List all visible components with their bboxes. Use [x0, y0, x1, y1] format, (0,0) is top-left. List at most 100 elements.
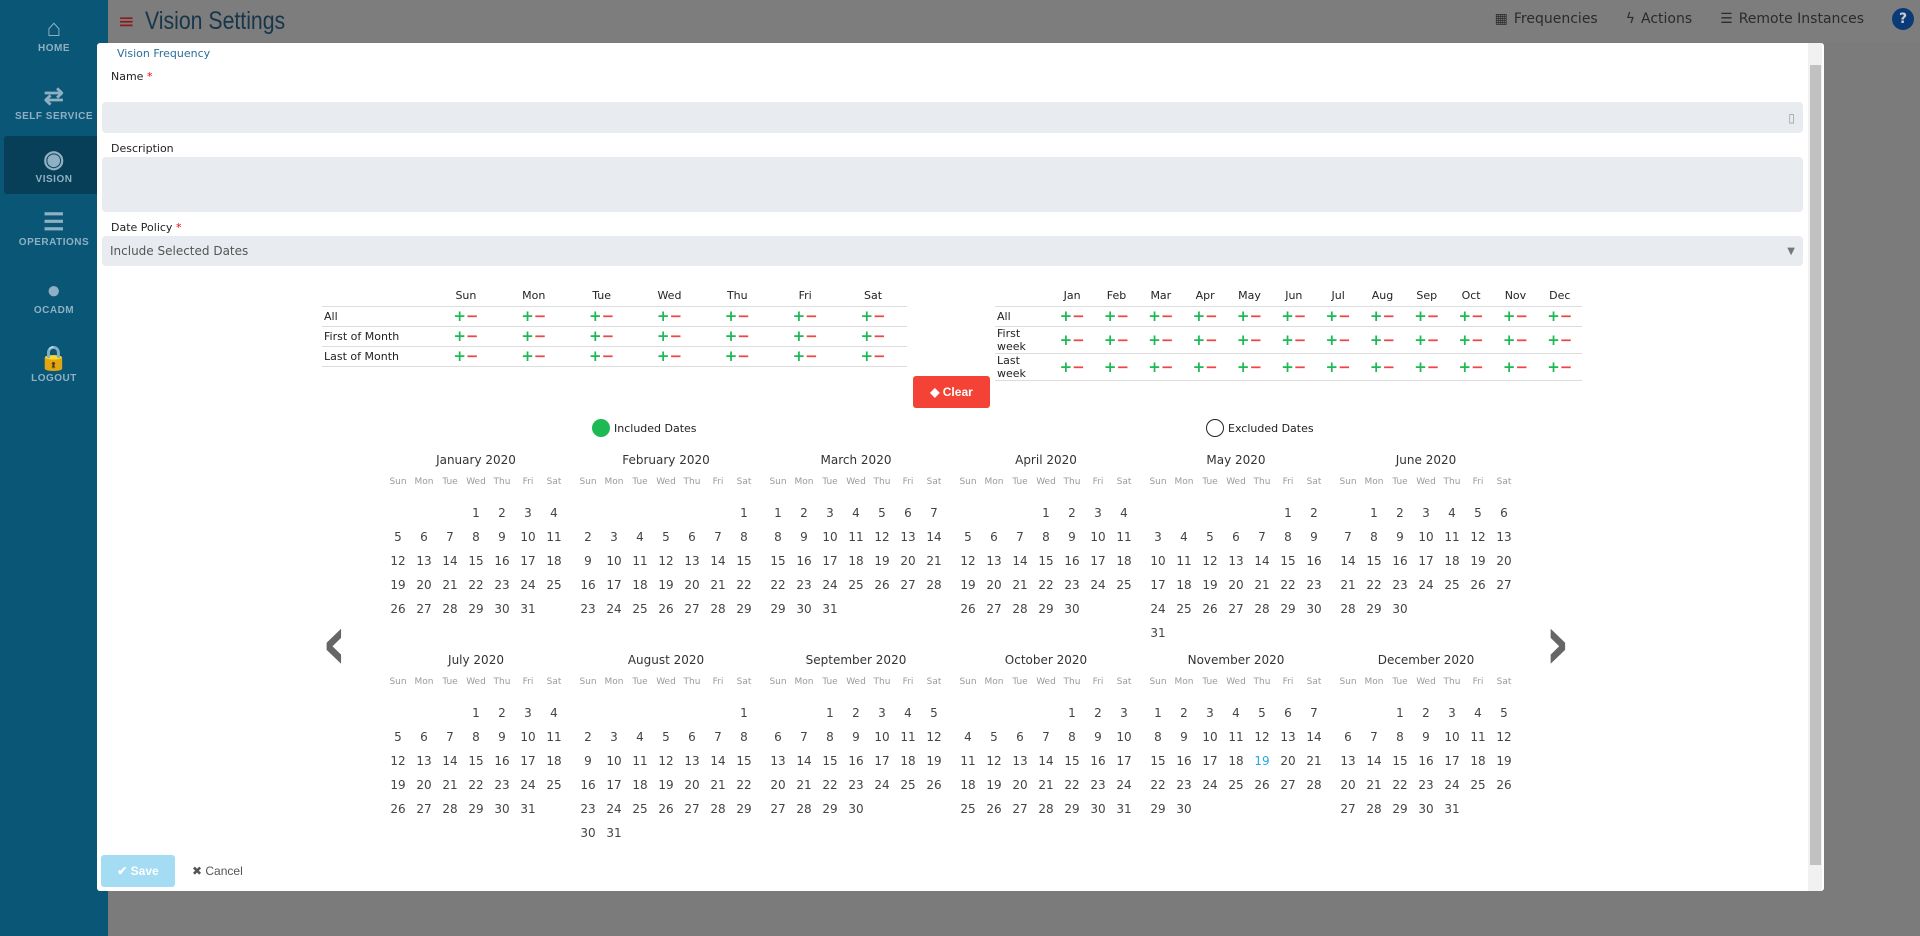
day-cell[interactable]: 1: [1361, 506, 1387, 530]
day-cell[interactable]: 21: [1249, 578, 1275, 602]
day-cell[interactable]: 28: [705, 802, 731, 826]
day-cell[interactable]: 25: [1465, 778, 1491, 802]
modal-scrollbar[interactable]: [1808, 43, 1822, 891]
day-cell[interactable]: 2: [1171, 706, 1197, 730]
day-cell[interactable]: 13: [1491, 530, 1517, 554]
plus-icon[interactable]: +: [860, 327, 873, 345]
day-cell[interactable]: 11: [627, 754, 653, 778]
day-cell[interactable]: 18: [895, 754, 921, 778]
day-cell[interactable]: 6: [981, 530, 1007, 554]
minus-icon[interactable]: −: [466, 347, 479, 365]
day-cell[interactable]: 28: [1033, 802, 1059, 826]
day-cell[interactable]: 13: [679, 554, 705, 578]
day-cell[interactable]: 3: [1145, 530, 1171, 554]
day-cell[interactable]: 2: [1085, 706, 1111, 730]
day-cell[interactable]: 7: [705, 530, 731, 554]
day-cell[interactable]: 16: [575, 578, 601, 602]
day-cell[interactable]: 7: [705, 730, 731, 754]
day-cell[interactable]: 3: [601, 530, 627, 554]
day-cell[interactable]: 14: [1301, 730, 1327, 754]
day-cell[interactable]: 20: [1491, 554, 1517, 578]
day-cell[interactable]: 6: [1491, 506, 1517, 530]
day-cell[interactable]: 21: [437, 578, 463, 602]
plus-icon[interactable]: +: [1060, 331, 1073, 349]
minus-icon[interactable]: −: [1427, 358, 1440, 376]
day-cell[interactable]: 7: [921, 506, 947, 530]
day-cell[interactable]: 30: [1171, 802, 1197, 826]
day-cell[interactable]: 29: [1033, 602, 1059, 626]
day-cell[interactable]: 11: [1439, 530, 1465, 554]
day-cell[interactable]: 25: [1111, 578, 1137, 602]
plus-icon[interactable]: +: [1193, 307, 1206, 325]
day-cell[interactable]: 28: [791, 802, 817, 826]
day-cell[interactable]: 15: [1145, 754, 1171, 778]
day-cell[interactable]: 28: [1007, 602, 1033, 626]
day-cell[interactable]: 1: [731, 706, 757, 730]
plus-icon[interactable]: +: [657, 327, 670, 345]
day-cell[interactable]: 11: [541, 730, 567, 754]
day-cell[interactable]: 21: [1007, 578, 1033, 602]
day-cell[interactable]: 20: [1007, 778, 1033, 802]
day-cell[interactable]: 5: [1249, 706, 1275, 730]
plus-icon[interactable]: +: [1193, 358, 1206, 376]
day-cell[interactable]: 23: [489, 578, 515, 602]
day-cell[interactable]: 21: [437, 778, 463, 802]
day-cell[interactable]: 22: [1145, 778, 1171, 802]
day-cell[interactable]: 15: [765, 554, 791, 578]
minus-icon[interactable]: −: [1515, 358, 1528, 376]
plus-icon[interactable]: +: [1237, 331, 1250, 349]
day-cell[interactable]: 23: [843, 778, 869, 802]
day-cell[interactable]: 11: [541, 530, 567, 554]
day-cell[interactable]: 11: [1465, 730, 1491, 754]
day-cell[interactable]: 12: [653, 754, 679, 778]
day-cell[interactable]: 11: [955, 754, 981, 778]
day-cell[interactable]: 14: [705, 754, 731, 778]
day-cell[interactable]: 24: [515, 778, 541, 802]
day-cell[interactable]: 14: [1033, 754, 1059, 778]
day-cell[interactable]: 26: [385, 802, 411, 826]
header-nav-actions[interactable]: ϟ Actions: [1626, 11, 1692, 27]
plus-icon[interactable]: +: [793, 347, 806, 365]
minus-icon[interactable]: −: [466, 307, 479, 325]
day-cell[interactable]: 16: [791, 554, 817, 578]
day-cell[interactable]: 29: [765, 602, 791, 626]
date-policy-select[interactable]: Include Selected Dates ▼: [102, 236, 1803, 266]
day-cell[interactable]: 5: [653, 530, 679, 554]
day-cell[interactable]: 24: [601, 802, 627, 826]
name-input[interactable]: ▯: [102, 102, 1803, 133]
day-cell[interactable]: 30: [489, 602, 515, 626]
day-cell[interactable]: 3: [869, 706, 895, 730]
day-cell[interactable]: 16: [843, 754, 869, 778]
minus-icon[interactable]: −: [1161, 331, 1174, 349]
day-cell[interactable]: 15: [817, 754, 843, 778]
day-cell[interactable]: 10: [1413, 530, 1439, 554]
minus-icon[interactable]: −: [1427, 307, 1440, 325]
day-cell[interactable]: 19: [981, 778, 1007, 802]
plus-icon[interactable]: +: [1326, 307, 1339, 325]
day-cell[interactable]: 29: [817, 802, 843, 826]
day-cell[interactable]: 23: [489, 778, 515, 802]
day-cell[interactable]: 18: [1171, 578, 1197, 602]
day-cell[interactable]: 18: [955, 778, 981, 802]
day-cell[interactable]: 23: [791, 578, 817, 602]
day-cell[interactable]: 25: [1439, 578, 1465, 602]
day-cell[interactable]: 9: [1301, 530, 1327, 554]
day-cell[interactable]: 19: [385, 578, 411, 602]
day-cell[interactable]: 12: [1197, 554, 1223, 578]
plus-icon[interactable]: +: [453, 307, 466, 325]
minus-icon[interactable]: −: [1338, 331, 1351, 349]
day-cell[interactable]: 1: [463, 506, 489, 530]
minus-icon[interactable]: −: [1116, 331, 1129, 349]
day-cell[interactable]: 2: [791, 506, 817, 530]
minus-icon[interactable]: −: [1382, 331, 1395, 349]
day-cell[interactable]: 4: [541, 506, 567, 530]
minus-icon[interactable]: −: [1116, 307, 1129, 325]
day-cell[interactable]: 13: [1275, 730, 1301, 754]
minus-icon[interactable]: −: [1294, 331, 1307, 349]
day-cell[interactable]: 14: [921, 530, 947, 554]
day-cell[interactable]: 21: [705, 578, 731, 602]
day-cell[interactable]: 26: [1249, 778, 1275, 802]
day-cell[interactable]: 20: [895, 554, 921, 578]
day-cell[interactable]: 4: [1111, 506, 1137, 530]
day-cell[interactable]: 20: [1335, 778, 1361, 802]
